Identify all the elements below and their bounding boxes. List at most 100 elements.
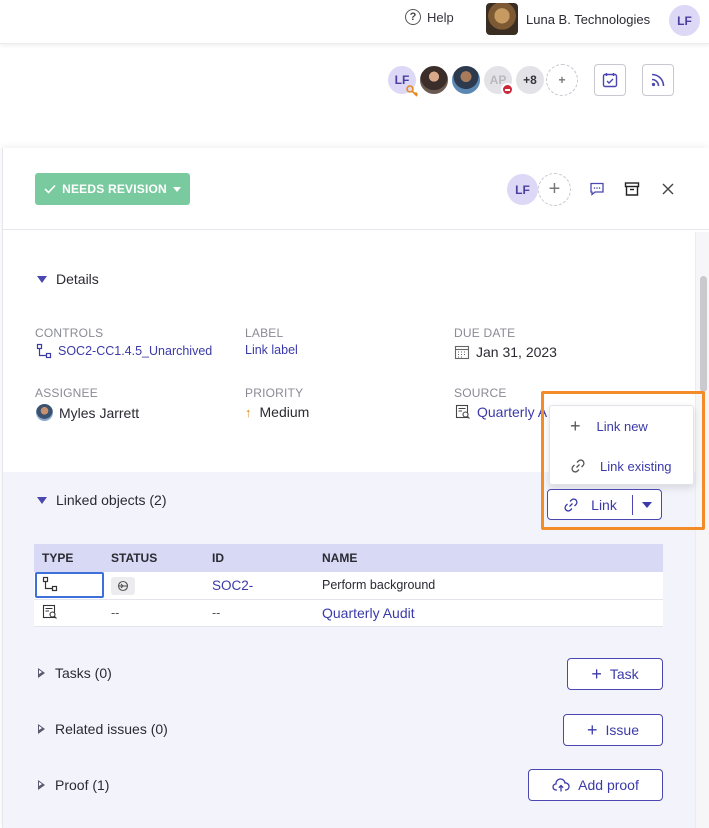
caret-right-icon — [38, 668, 46, 678]
due-date-field[interactable]: Jan 31, 2023 — [454, 344, 557, 360]
chevron-down-icon — [172, 186, 181, 192]
assignee-avatar[interactable]: LF — [507, 174, 538, 205]
help-link[interactable]: ? Help — [405, 9, 454, 25]
caret-right-icon — [38, 724, 46, 734]
plus-icon: + — [570, 416, 581, 436]
controls-value-link[interactable]: SOC2-CC1.4.5_Unarchived — [36, 343, 212, 359]
help-label: Help — [427, 9, 454, 25]
status-dropdown[interactable]: NEEDS REVISION — [35, 173, 190, 205]
plus-icon: + — [591, 664, 602, 684]
calendar-icon — [454, 345, 470, 360]
collaborators-group: LF AP +8 + — [386, 64, 586, 97]
status-cell: -- — [111, 606, 120, 620]
controls-value: SOC2-CC1.4.5_Unarchived — [58, 344, 213, 358]
check-icon — [44, 184, 56, 194]
tasks-title: Tasks (0) — [55, 665, 112, 681]
add-proof-button[interactable]: Add proof — [528, 769, 663, 801]
assignee-field[interactable]: Myles Jarrett — [36, 404, 139, 421]
collaborator-avatar-photo[interactable] — [418, 64, 450, 96]
link-split-button: Link — [547, 489, 662, 520]
linked-objects-table: TYPE STATUS ID NAME SOC2- Perform backgr… — [34, 544, 663, 627]
rss-icon — [651, 73, 665, 87]
key-icon — [406, 85, 419, 97]
assignee-avatar-photo — [36, 404, 53, 421]
caret-down-icon — [37, 496, 47, 504]
link-button-label: Link — [591, 496, 617, 513]
archive-icon — [624, 182, 640, 196]
task-calendar-button[interactable] — [594, 64, 626, 96]
calendar-check-icon — [602, 73, 618, 88]
priority-value: Medium — [259, 404, 310, 420]
status-label: NEEDS REVISION — [62, 182, 167, 196]
status-chip — [111, 576, 135, 595]
comment-button[interactable] — [588, 180, 606, 198]
add-issue-button[interactable]: + Issue — [563, 714, 663, 746]
org-switcher[interactable]: Luna B. Technologies — [486, 3, 650, 35]
menu-item-link-new[interactable]: + Link new — [550, 406, 695, 446]
comment-icon — [590, 182, 604, 196]
source-label: SOURCE — [454, 386, 507, 400]
details-section-toggle[interactable]: Details — [37, 271, 99, 287]
source-value: Quarterly A — [477, 404, 548, 420]
link-button[interactable]: Link — [548, 497, 632, 513]
due-date-label: DUE DATE — [454, 326, 516, 340]
more-collaborators-badge[interactable]: +8 — [514, 64, 546, 96]
scrollbar-thumb[interactable] — [700, 276, 707, 392]
proof-section-toggle[interactable]: Proof (1) — [38, 777, 109, 793]
id-link[interactable]: SOC2- — [212, 578, 322, 593]
assignee-label: ASSIGNEE — [35, 386, 98, 400]
collaborator-avatar-photo[interactable] — [450, 64, 482, 96]
source-value-link[interactable]: Quarterly A — [455, 404, 547, 420]
cloud-upload-icon — [552, 778, 570, 792]
linked-objects-toggle[interactable]: Linked objects (2) — [37, 492, 167, 508]
issues-title: Related issues (0) — [55, 721, 168, 737]
caret-down-icon — [642, 501, 652, 508]
add-assignee-button[interactable]: + — [538, 173, 571, 206]
panel-header: NEEDS REVISION LF + — [3, 148, 709, 230]
table-row[interactable]: SOC2- Perform background — [34, 572, 663, 600]
add-issue-label: Issue — [605, 722, 639, 738]
archive-button[interactable] — [623, 180, 641, 198]
priority-field[interactable]: ↑ Medium — [245, 404, 309, 420]
link-existing-label: Link existing — [600, 458, 672, 474]
close-button[interactable] — [659, 180, 677, 198]
link-dropdown-toggle[interactable] — [633, 501, 661, 508]
arrow-up-icon: ↑ — [245, 404, 252, 420]
name-link[interactable]: Quarterly Audit — [322, 605, 663, 621]
close-icon — [662, 183, 674, 195]
issues-section-toggle[interactable]: Related issues (0) — [38, 721, 168, 737]
tasks-section-toggle[interactable]: Tasks (0) — [38, 665, 112, 681]
type-cell — [34, 604, 111, 623]
user-avatar[interactable]: LF — [669, 5, 700, 36]
plus-icon: + — [587, 720, 598, 740]
org-logo — [486, 3, 518, 35]
status-link-icon — [117, 580, 129, 591]
menu-item-link-existing[interactable]: Link existing — [550, 446, 695, 486]
collaborator-avatar-ap[interactable]: AP — [482, 64, 514, 96]
col-id: ID — [212, 551, 224, 565]
add-task-label: Task — [609, 666, 639, 682]
table-row[interactable]: -- -- Quarterly Audit — [34, 600, 663, 627]
table-header: TYPE STATUS ID NAME — [34, 544, 663, 572]
control-icon — [36, 343, 52, 359]
type-cell-focus — [35, 572, 104, 598]
link-icon — [571, 459, 585, 473]
collaborator-avatar-lf[interactable]: LF — [386, 64, 419, 97]
status-cell — [111, 576, 212, 595]
controls-label: CONTROLS — [35, 326, 104, 340]
col-status: STATUS — [111, 551, 158, 565]
id-cell: -- — [212, 606, 221, 620]
audit-document-icon — [455, 404, 470, 419]
add-task-button[interactable]: + Task — [567, 658, 663, 690]
label-label: LABEL — [245, 326, 284, 340]
link-new-label: Link new — [596, 418, 648, 434]
add-collaborator-button[interactable]: + — [546, 64, 578, 96]
link-icon — [564, 497, 578, 512]
panel-scrollbar[interactable] — [695, 232, 709, 828]
assignee-value: Myles Jarrett — [59, 404, 140, 421]
feed-button[interactable] — [642, 64, 674, 96]
caret-down-icon — [37, 275, 47, 283]
org-name: Luna B. Technologies — [526, 11, 651, 27]
audit-document-icon — [42, 604, 57, 619]
label-value-link[interactable]: Link label — [245, 343, 298, 357]
